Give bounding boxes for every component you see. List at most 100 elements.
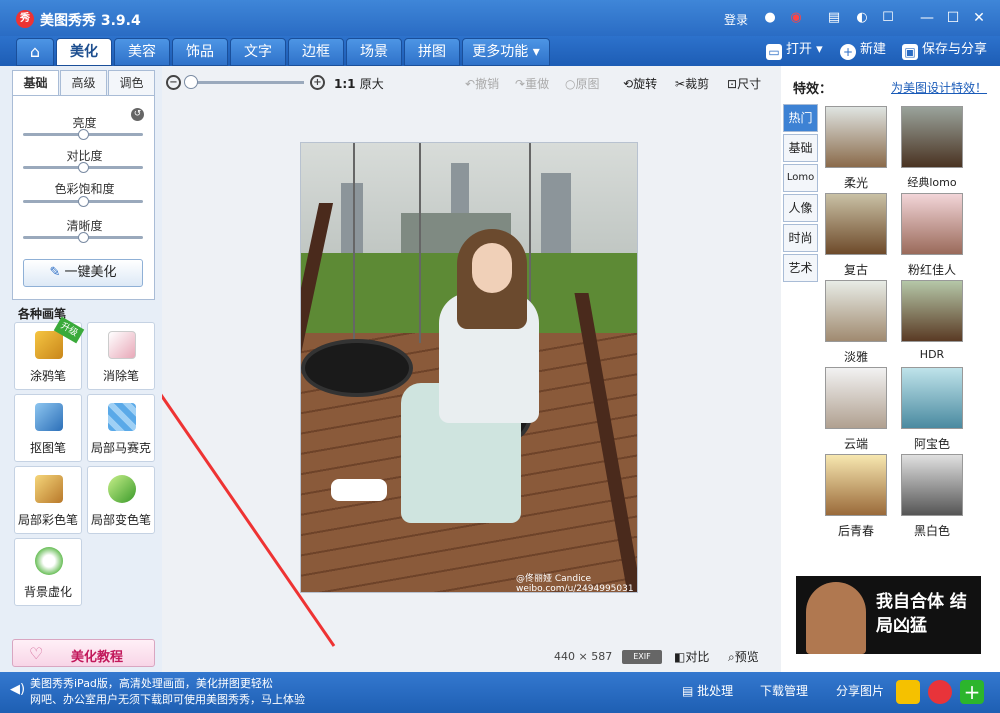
brightness-slider[interactable] xyxy=(23,129,143,140)
brush-icon xyxy=(35,331,63,359)
notes-icon[interactable]: ▤ xyxy=(826,10,842,26)
effect-label: HDR xyxy=(919,348,945,361)
login-link[interactable]: 登录 xyxy=(724,11,748,28)
effect-thumb[interactable] xyxy=(901,280,963,342)
tutorial-button[interactable]: ♡ 美化教程 xyxy=(12,639,155,667)
minimize-button[interactable]: — xyxy=(918,9,936,27)
pen-background-blur[interactable]: 背景虚化 xyxy=(14,538,82,606)
slider-knob[interactable] xyxy=(78,196,89,207)
download-manager-button[interactable]: 下载管理 xyxy=(760,682,808,699)
effect-thumb[interactable] xyxy=(825,367,887,429)
adjust-panel: ↺ 亮度 对比度 色彩饱和度 清晰度 ✎ 一键美化 xyxy=(12,95,155,300)
qq-icon[interactable]: ● xyxy=(762,10,778,26)
effect-label: 黑白色 xyxy=(913,524,950,538)
effect-thumb[interactable] xyxy=(901,367,963,429)
status-bar: ◀) 美图秀秀iPad版，高清处理画面，美化拼图更轻松 网吧、办公室用户无须下载… xyxy=(0,672,1000,713)
open-button[interactable]: ▭ 打开 ▾ xyxy=(766,40,823,60)
adjust-subtabs: 基础 高级 调色 xyxy=(12,70,155,96)
status-line1: 美图秀秀iPad版，高清处理画面，美化拼图更轻松 xyxy=(30,677,273,690)
star-icon[interactable] xyxy=(896,680,920,704)
pen-local-color[interactable]: 局部彩色笔 xyxy=(14,466,82,534)
tab-frames[interactable]: 边框 xyxy=(288,38,344,66)
paint-bucket-icon xyxy=(108,475,136,503)
pen-eraser[interactable]: 消除笔 xyxy=(87,322,155,390)
chevron-down-icon: ▾ xyxy=(532,44,540,60)
magic-wand-icon: ✎ xyxy=(49,265,61,280)
pen-label: 背景虚化 xyxy=(23,585,72,599)
slider-knob[interactable] xyxy=(78,162,89,173)
slider-knob[interactable] xyxy=(78,129,89,140)
pen-label: 消除笔 xyxy=(102,369,139,383)
category-basic[interactable]: 基础 xyxy=(783,134,818,162)
new-button[interactable]: + 新建 xyxy=(840,40,886,60)
effect-thumb[interactable] xyxy=(825,280,887,342)
pen-cutout[interactable]: 抠图笔 xyxy=(14,394,82,462)
weibo-icon[interactable]: ◉ xyxy=(788,10,804,26)
new-label: 新建 xyxy=(860,42,887,57)
effect-label: 云端 xyxy=(843,437,868,451)
effect-label: 粉红佳人 xyxy=(907,263,956,277)
effect-thumb[interactable] xyxy=(901,106,963,168)
cutout-pen-icon xyxy=(35,403,63,431)
tab-collage[interactable]: 拼图 xyxy=(404,38,460,66)
effect-thumb[interactable] xyxy=(825,106,887,168)
maximize-button[interactable]: ☐ xyxy=(944,9,962,27)
batch-button[interactable]: ▤ 批处理 xyxy=(682,682,733,699)
status-message[interactable]: 美图秀秀iPad版，高清处理画面，美化拼图更轻松 网吧、办公室用户无须下载即可使… xyxy=(30,676,630,708)
close-button[interactable]: ✕ xyxy=(970,9,988,27)
hand-icon: ♡ xyxy=(29,644,44,663)
home-tab[interactable]: ⌂ xyxy=(16,38,54,66)
effect-label: 柔光 xyxy=(843,176,868,190)
effect-thumb[interactable] xyxy=(825,193,887,255)
share-photo-button[interactable]: 分享图片 xyxy=(836,682,884,699)
subtab-color[interactable]: 调色 xyxy=(108,70,155,96)
tab-more[interactable]: 更多功能 ▾ xyxy=(462,38,550,66)
effect-thumb[interactable] xyxy=(901,454,963,516)
subtab-advanced[interactable]: 高级 xyxy=(60,70,107,96)
batch-icon: ▤ xyxy=(682,684,694,698)
pen-doodle[interactable]: 升级 涂鸦笔 xyxy=(14,316,85,390)
category-portrait[interactable]: 人像 xyxy=(783,194,818,222)
one-click-label: 一键美化 xyxy=(64,265,117,280)
subtab-basic[interactable]: 基础 xyxy=(12,70,59,96)
color-brush-icon xyxy=(35,475,63,503)
tab-beautify[interactable]: 美化 xyxy=(56,38,112,66)
tab-beauty[interactable]: 美容 xyxy=(114,38,170,66)
open-label: 打开 xyxy=(786,42,813,57)
category-art[interactable]: 艺术 xyxy=(783,254,818,282)
contrast-slider[interactable] xyxy=(23,162,143,173)
design-effect-link[interactable]: 为美图设计特效！ xyxy=(891,79,987,96)
tab-accessories[interactable]: 饰品 xyxy=(172,38,228,66)
download-manager-label: 下载管理 xyxy=(760,684,809,698)
feedback-icon[interactable]: ☐ xyxy=(880,10,896,26)
pen-recolor[interactable]: 局部变色笔 xyxy=(87,466,155,534)
add-icon[interactable]: + xyxy=(960,680,984,704)
category-hot[interactable]: 热门 xyxy=(783,104,818,132)
folder-icon: ▭ xyxy=(766,44,782,60)
speaker-icon[interactable]: ◀) xyxy=(10,682,25,697)
weibo-share-icon[interactable] xyxy=(928,680,952,704)
tab-text[interactable]: 文字 xyxy=(230,38,286,66)
main-nav: ⌂ 美化 美容 饰品 文字 边框 场景 拼图 更多功能 ▾ ▭ 打开 ▾ + 新建 … xyxy=(0,36,1000,66)
effect-thumb[interactable] xyxy=(901,193,963,255)
slider-knob[interactable] xyxy=(78,232,89,243)
pen-label: 局部马赛克 xyxy=(90,441,151,455)
category-fashion[interactable]: 时尚 xyxy=(783,224,818,252)
tab-scenes[interactable]: 场景 xyxy=(346,38,402,66)
share-photo-label: 分享图片 xyxy=(836,684,885,698)
effects-title: 特效： xyxy=(793,82,833,97)
skin-icon[interactable]: ◐ xyxy=(854,10,870,26)
sharpness-slider[interactable] xyxy=(23,232,143,243)
batch-label: 批处理 xyxy=(697,684,734,698)
saturation-slider[interactable] xyxy=(23,196,143,207)
effect-thumb[interactable] xyxy=(825,454,887,516)
blur-icon xyxy=(35,547,63,575)
save-share-label: 保存与分享 xyxy=(922,42,988,57)
pen-mosaic[interactable]: 局部马赛克 xyxy=(87,394,155,462)
saturation-label: 色彩饱和度 xyxy=(54,182,115,196)
save-share-button[interactable]: ▣ 保存与分享 xyxy=(902,40,987,60)
mosaic-icon xyxy=(108,403,136,431)
one-click-beautify-button[interactable]: ✎ 一键美化 xyxy=(23,259,143,287)
ad-banner[interactable]: 我自合体 结局凶猛 xyxy=(796,576,981,654)
category-lomo[interactable]: Lomo xyxy=(783,164,818,192)
